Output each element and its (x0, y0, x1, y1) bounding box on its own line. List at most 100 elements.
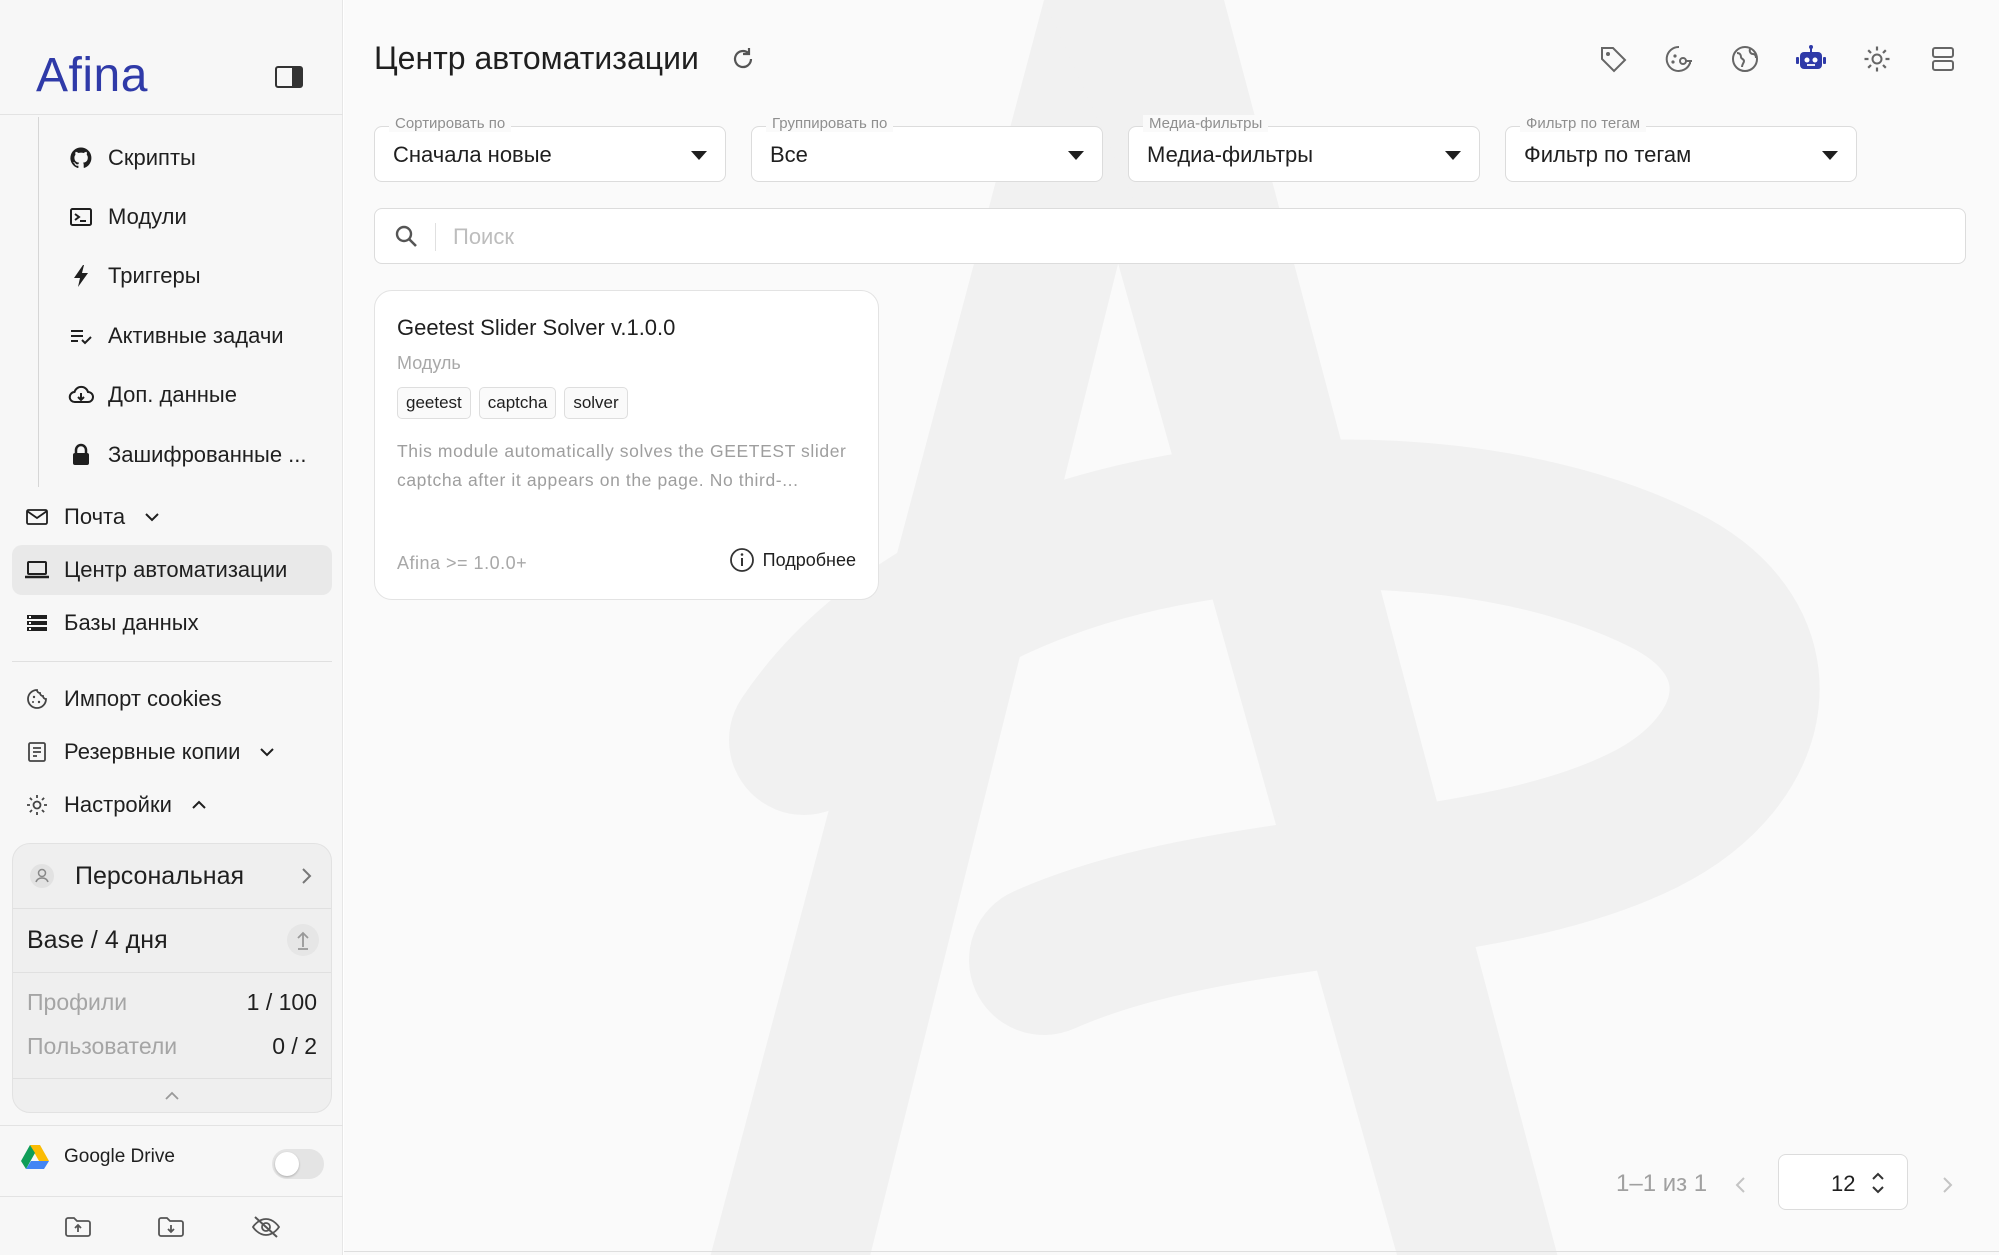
sidebar-item-label: Базы данных (64, 610, 199, 635)
tag-chip[interactable]: solver (564, 387, 628, 419)
card-title: Geetest Slider Solver v.1.0.0 (397, 315, 676, 340)
sidebar-item-scripts[interactable]: Скрипты (68, 135, 196, 181)
module-card[interactable]: Geetest Slider Solver v.1.0.0 Модуль gee… (374, 290, 879, 600)
users-label: Пользователи (27, 1032, 178, 1059)
card-type: Модуль (397, 353, 461, 373)
sidebar-item-label: Модули (108, 204, 187, 229)
prev-page-chevron-left-icon[interactable] (1728, 1172, 1754, 1198)
search-input[interactable] (453, 219, 1933, 255)
sidebar-item-mail[interactable]: Почта (24, 494, 161, 540)
sidebar-item-import-cookies[interactable]: Импорт cookies (24, 676, 222, 722)
group-value: Все (770, 142, 808, 167)
sidebar-item-label: Скрипты (108, 145, 196, 170)
main-content: Центр автоматизации Сортировать по Снача… (344, 0, 1999, 1255)
settings-gear-icon[interactable] (1860, 42, 1894, 76)
upgrade-plan-button[interactable] (287, 924, 319, 956)
google-drive-row: Google Drive (20, 1144, 175, 1170)
cookie-key-icon[interactable] (1662, 42, 1696, 76)
plan-users-row: Пользователи 0 / 2 (13, 1026, 331, 1066)
sidebar-item-active-tasks[interactable]: Активные задачи (68, 313, 284, 359)
info-icon (729, 548, 754, 572)
tag-icon[interactable] (1596, 42, 1630, 76)
tag-filter-value: Фильтр по тегам (1524, 142, 1692, 167)
plan-divider (13, 1078, 331, 1079)
search-icon (395, 225, 417, 247)
media-filter-select[interactable]: Медиа-фильтры Медиа-фильтры (1128, 115, 1480, 182)
sort-value: Сначала новые (393, 142, 552, 167)
cookie-icon (24, 686, 50, 712)
card-tags: geetest captcha solver (397, 387, 628, 419)
sidebar-divider (0, 114, 343, 115)
dropdown-arrow-icon (691, 151, 707, 160)
lock-icon (68, 442, 94, 468)
profiles-value: 1 / 100 (246, 988, 317, 1015)
plan-tier-row: Base / 4 дня (13, 908, 331, 972)
bolt-icon (68, 263, 94, 289)
chevron-down-icon (260, 748, 275, 757)
dropdown-arrow-icon (1822, 151, 1838, 160)
sidebar-item-triggers[interactable]: Триггеры (68, 253, 201, 299)
layout-rows-icon[interactable] (1926, 42, 1960, 76)
sort-select[interactable]: Сортировать по Сначала новые (374, 115, 726, 182)
chevron-up-icon (192, 800, 206, 809)
laptop-icon (24, 557, 50, 583)
eye-off-icon[interactable] (250, 1212, 282, 1242)
arrow-up-icon (297, 931, 309, 950)
refresh-icon[interactable] (728, 44, 758, 74)
sidebar-item-automation-center[interactable]: Центр автоматизации (12, 545, 332, 595)
group-select[interactable]: Группировать по Все (751, 115, 1103, 182)
github-icon (68, 145, 94, 171)
details-label: Подробнее (762, 549, 856, 570)
search-bar (374, 208, 1966, 264)
plan-card: Персональная Base / 4 дня Профили 1 / 10… (12, 843, 332, 1113)
group-label: Группировать по (766, 115, 894, 132)
upload-folder-icon[interactable] (62, 1212, 94, 1242)
download-folder-icon[interactable] (155, 1212, 187, 1242)
google-drive-icon (21, 1145, 49, 1169)
sidebar-item-label: Импорт cookies (64, 686, 222, 711)
sidebar-item-databases[interactable]: Базы данных (24, 600, 199, 646)
sidebar-item-backups[interactable]: Резервные копии (24, 729, 276, 775)
plan-profiles-row: Профили 1 / 100 (13, 982, 331, 1022)
bottom-divider (344, 1251, 1999, 1252)
tag-chip[interactable]: captcha (478, 387, 557, 419)
card-version: Afina >= 1.0.0+ (397, 553, 528, 573)
submenu-guide-line (38, 117, 39, 487)
sidebar-divider (12, 661, 332, 662)
plan-divider (13, 972, 331, 973)
media-filter-value: Медиа-фильтры (1147, 142, 1314, 167)
collapse-plan-chevron-up-icon[interactable] (159, 1086, 185, 1106)
sidebar-item-encrypted[interactable]: Зашифрованные ... (68, 432, 307, 478)
collapse-sidebar-icon[interactable] (274, 64, 304, 90)
users-value: 0 / 2 (272, 1032, 317, 1059)
details-button[interactable]: Подробнее (729, 547, 856, 573)
sidebar-divider (0, 1125, 343, 1126)
dropdown-arrow-icon (1445, 151, 1461, 160)
toggle-knob (275, 1152, 299, 1176)
terminal-icon (68, 204, 94, 230)
pagination-range: 1–1 из 1 (1616, 1170, 1708, 1197)
plan-tier: Base / 4 дня (27, 925, 168, 954)
sort-label: Сортировать по (389, 115, 512, 132)
workspace-name: Персональная (75, 861, 245, 890)
sidebar-item-label: Зашифрованные ... (108, 442, 307, 467)
database-list-icon (24, 610, 50, 636)
robot-icon[interactable] (1794, 42, 1828, 76)
sidebar-item-label: Центр автоматизации (64, 557, 288, 582)
google-drive-toggle[interactable] (272, 1149, 324, 1179)
sidebar-item-label: Триггеры (108, 263, 201, 288)
sidebar-item-settings[interactable]: Настройки (24, 782, 208, 828)
profiles-label: Профили (27, 988, 128, 1015)
gear-icon (24, 792, 50, 818)
card-description: This module automatically solves the GEE… (397, 441, 847, 490)
next-page-chevron-right-icon[interactable] (1934, 1172, 1960, 1198)
workspace-selector[interactable]: Персональная (13, 844, 331, 908)
backup-icon (24, 739, 50, 765)
tag-filter-select[interactable]: Фильтр по тегам Фильтр по тегам (1505, 115, 1857, 182)
per-page-select[interactable]: 12 (1778, 1154, 1908, 1210)
globe-icon[interactable] (1728, 42, 1762, 76)
sidebar-item-extra-data[interactable]: Доп. данные (68, 372, 237, 418)
afina-logo: Afina (36, 49, 148, 102)
tag-chip[interactable]: geetest (397, 387, 471, 419)
sidebar-item-modules[interactable]: Модули (68, 194, 187, 240)
